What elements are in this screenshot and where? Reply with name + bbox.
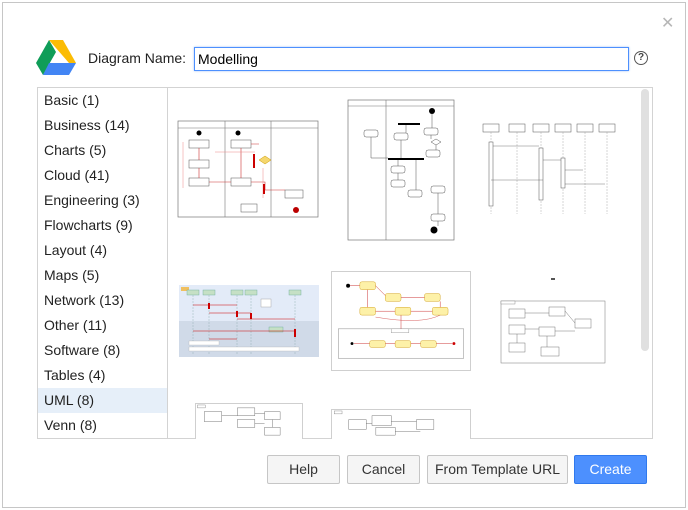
new-diagram-dialog: ✕ Diagram Name: ? Basic (1) Business (14… (2, 2, 686, 508)
template-thumbnail-sequence-diagram[interactable] (479, 118, 619, 220)
category-other[interactable]: Other (11) (38, 313, 167, 338)
template-thumbnail-state-machine[interactable] (331, 271, 471, 371)
template-thumbnail-class-diagram[interactable] (497, 275, 609, 365)
category-basic[interactable]: Basic (1) (38, 88, 167, 113)
template-thumbnail-deployment-diagram[interactable] (331, 409, 471, 439)
category-uml[interactable]: UML (8) (38, 388, 167, 413)
cancel-button[interactable]: Cancel (347, 455, 420, 484)
category-list: Basic (1) Business (14) Charts (5) Cloud… (37, 87, 167, 439)
category-cloud[interactable]: Cloud (41) (38, 163, 167, 188)
create-button[interactable]: Create (574, 455, 647, 484)
category-engineering[interactable]: Engineering (3) (38, 188, 167, 213)
category-business[interactable]: Business (14) (38, 113, 167, 138)
help-button[interactable]: Help (267, 455, 340, 484)
category-maps[interactable]: Maps (5) (38, 263, 167, 288)
template-thumbnail-activity-diagram[interactable] (346, 98, 456, 242)
category-venn[interactable]: Venn (8) (38, 413, 167, 438)
from-template-url-button[interactable]: From Template URL (427, 455, 568, 484)
help-icon[interactable]: ? (634, 51, 648, 65)
category-charts[interactable]: Charts (5) (38, 138, 167, 163)
gallery-scrollbar[interactable] (641, 89, 649, 351)
template-thumbnail-sequence-colored[interactable] (179, 285, 319, 357)
category-software[interactable]: Software (8) (38, 338, 167, 363)
close-icon[interactable]: ✕ (661, 15, 674, 31)
category-flowcharts[interactable]: Flowcharts (9) (38, 213, 167, 238)
template-thumbnail-activity-swimlane[interactable] (175, 118, 321, 220)
diagram-name-label: Diagram Name: (88, 50, 187, 66)
diagram-name-input[interactable] (194, 47, 629, 71)
category-tables[interactable]: Tables (4) (38, 363, 167, 388)
category-network[interactable]: Network (13) (38, 288, 167, 313)
template-thumbnail-component-diagram[interactable] (195, 403, 303, 439)
google-drive-logo-icon (36, 40, 76, 75)
category-layout[interactable]: Layout (4) (38, 238, 167, 263)
